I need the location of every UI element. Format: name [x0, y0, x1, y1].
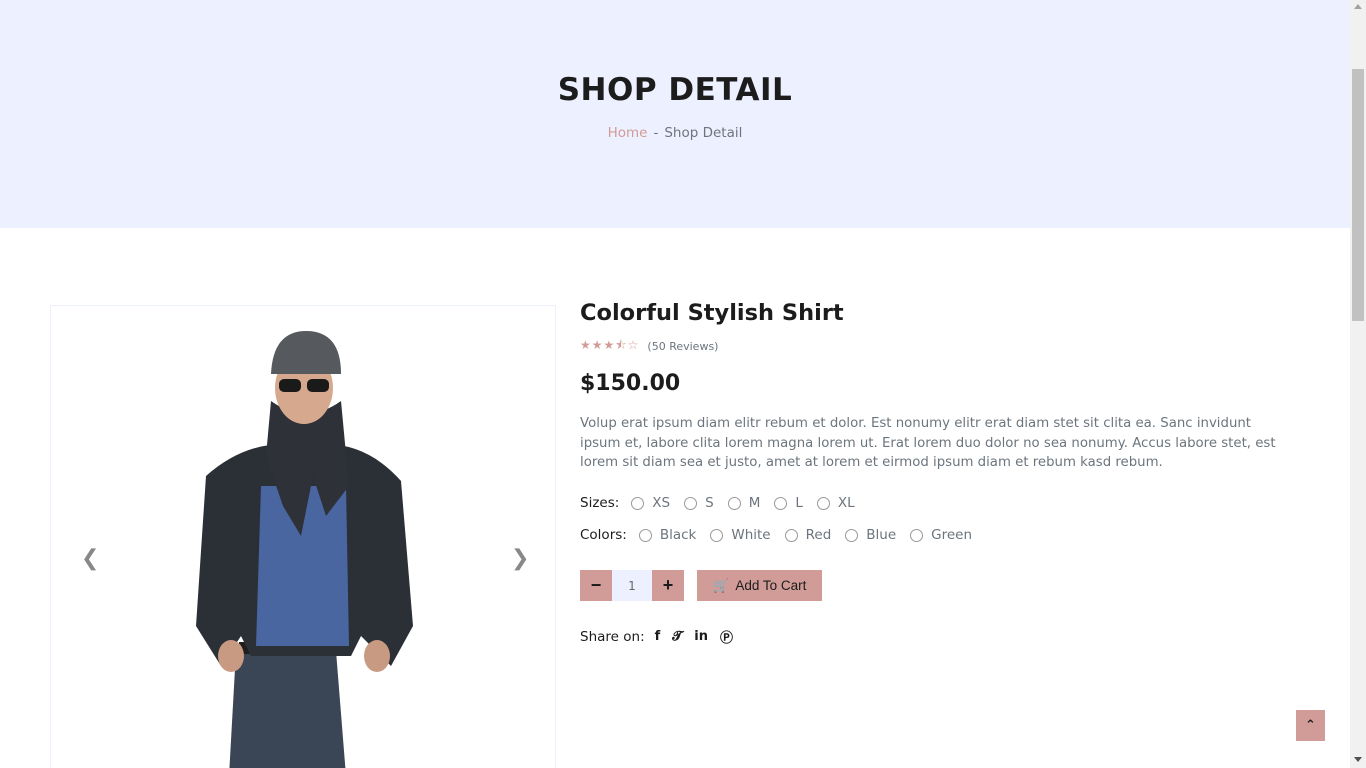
radio-button[interactable] [910, 528, 924, 542]
color-option-white[interactable]: White [710, 527, 771, 543]
page-title: SHOP DETAIL [557, 72, 793, 108]
double-chevron-up-icon: ⌃ [1305, 718, 1316, 733]
pinterest-icon[interactable]: Ⓟ [720, 627, 733, 646]
review-count: (50 Reviews) [647, 340, 719, 353]
quantity-minus-button[interactable]: − [580, 570, 612, 601]
share-label: Share on: [580, 628, 645, 645]
color-options: Colors: Black White Red Blue Green [580, 527, 986, 543]
size-option-xl[interactable]: XL [816, 495, 855, 511]
add-to-cart-button[interactable]: 🛒 Add To Cart [697, 570, 822, 601]
breadcrumb-current: Shop Detail [664, 125, 743, 141]
breadcrumb: Home - Shop Detail [0, 125, 1350, 141]
breadcrumb-home-link[interactable]: Home [608, 125, 648, 141]
product-description: Volup erat ipsum diam elitr rebum et dol… [580, 416, 1276, 470]
minus-icon: − [590, 575, 602, 595]
product-price: $150.00 [580, 371, 681, 396]
product-title: Colorful Stylish Shirt [580, 300, 844, 326]
size-options: Sizes: XS S M L XL [580, 495, 869, 511]
add-to-cart-row: − 1 + 🛒 Add To Cart [580, 570, 822, 601]
radio-button[interactable] [684, 496, 698, 510]
linkedin-icon[interactable]: in [694, 629, 708, 644]
radio-button[interactable] [774, 496, 788, 510]
carousel-next-icon[interactable]: ❯ [511, 546, 529, 571]
scroll-up-icon[interactable] [1354, 4, 1362, 9]
size-option-m[interactable]: M [727, 495, 760, 511]
scrollbar-thumb[interactable] [1352, 69, 1364, 321]
color-option-red[interactable]: Red [784, 527, 831, 543]
quantity-input[interactable]: 1 [612, 570, 652, 601]
cart-icon: 🛒 [712, 577, 730, 593]
size-option-xs[interactable]: XS [631, 495, 670, 511]
product-rating: ★★★⯪☆ (50 Reviews) [580, 336, 1300, 357]
radio-button[interactable] [784, 528, 798, 542]
radio-button[interactable] [816, 496, 830, 510]
radio-button[interactable] [638, 528, 652, 542]
scroll-down-icon[interactable] [1354, 757, 1362, 762]
sizes-label: Sizes: [580, 495, 620, 511]
add-to-cart-label: Add To Cart [735, 578, 807, 593]
color-option-green[interactable]: Green [910, 527, 972, 543]
size-option-l[interactable]: L [774, 495, 803, 511]
radio-button[interactable] [727, 496, 741, 510]
size-option-s[interactable]: S [684, 495, 714, 511]
star-rating-icon: ★★★⯪☆ [580, 338, 640, 352]
color-option-black[interactable]: Black [638, 527, 696, 543]
product-image [196, 331, 413, 768]
radio-button[interactable] [631, 496, 645, 510]
page-header-banner: SHOP DETAIL Home - Shop Detail [0, 0, 1350, 228]
breadcrumb-separator: - [653, 125, 659, 141]
color-option-blue[interactable]: Blue [845, 527, 896, 543]
radio-button[interactable] [710, 528, 724, 542]
share-row: Share on: f 𝓣 in Ⓟ [580, 627, 745, 647]
radio-button[interactable] [845, 528, 859, 542]
page-scrollbar[interactable] [1350, 0, 1366, 768]
carousel-prev-icon[interactable]: ❮ [81, 546, 99, 571]
back-to-top-button[interactable]: ⌃ [1296, 710, 1325, 741]
facebook-icon[interactable]: f [655, 629, 661, 644]
colors-label: Colors: [580, 527, 627, 543]
twitter-icon[interactable]: 𝓣 [672, 629, 682, 644]
quantity-plus-button[interactable]: + [652, 570, 684, 601]
plus-icon: + [662, 575, 674, 595]
product-image-carousel: ❮ ❯ [50, 305, 556, 768]
product-detail: Colorful Stylish Shirt ★★★⯪☆ (50 Reviews… [580, 300, 1300, 646]
